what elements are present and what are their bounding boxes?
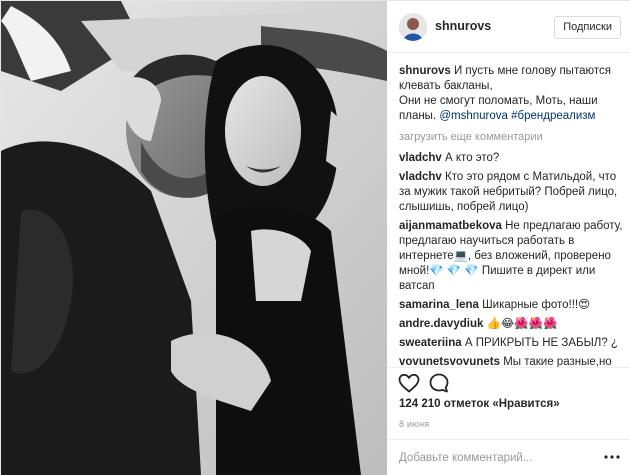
comment-text: Шикарные фото!!!😍	[482, 299, 591, 311]
caption: shnurovs И пусть мне голову пытаются кле…	[399, 64, 623, 124]
likes-count[interactable]: 124 210 отметок «Нравится»	[399, 398, 560, 410]
post-date[interactable]: 8 июня	[399, 419, 429, 429]
list-item: aijanmamatbekova Не предлагаю работу, пр…	[399, 219, 623, 294]
load-more-comments-link[interactable]: загрузить еще комментарии	[399, 130, 623, 145]
list-item: vladchv А кто это?	[399, 151, 623, 166]
following-button[interactable]: Подписки	[554, 16, 621, 39]
list-item: samarina_lena Шикарные фото!!!😍	[399, 298, 623, 313]
post-photo-image	[1, 1, 387, 475]
author-username[interactable]: shnurovs	[435, 19, 491, 33]
comment-username[interactable]: samarina_lena	[399, 299, 479, 311]
post-photo[interactable]	[1, 1, 387, 475]
list-item: andre.davydiuk 👍😂🌺🌺🌺	[399, 317, 623, 332]
heart-icon[interactable]	[397, 371, 421, 395]
comment-bubble-icon[interactable]	[427, 371, 451, 395]
add-comment-bar	[387, 439, 630, 475]
more-options-icon[interactable]	[603, 450, 621, 464]
post-header: shnurovs Подписки	[387, 1, 630, 53]
comment-text: 👍😂🌺🌺🌺	[486, 318, 558, 330]
comment-username[interactable]: andre.davydiuk	[399, 318, 483, 330]
comment-text: А кто это?	[445, 152, 500, 164]
comment-username[interactable]: sweateriina	[399, 337, 462, 349]
post-actions	[387, 367, 630, 397]
list-item: vladchv Кто это рядом с Матильдой, что з…	[399, 170, 623, 215]
caption-mention[interactable]: @mshnurova	[439, 110, 508, 122]
post-side-panel: shnurovs Подписки shnurovs И пусть мне г…	[387, 1, 630, 475]
caption-username[interactable]: shnurovs	[399, 65, 451, 77]
add-comment-input[interactable]	[399, 448, 595, 468]
author-avatar[interactable]	[399, 13, 427, 41]
comment-text: А ПРИКРЫТЬ НЕ ЗАБЫЛ? ¿	[464, 337, 618, 349]
list-item: sweateriina А ПРИКРЫТЬ НЕ ЗАБЫЛ? ¿	[399, 336, 623, 351]
comment-username[interactable]: vladchv	[399, 171, 442, 183]
instagram-post: shnurovs Подписки shnurovs И пусть мне г…	[0, 0, 630, 475]
comment-username[interactable]: aijanmamatbekova	[399, 220, 502, 232]
caption-hashtag[interactable]: #брендреализм	[511, 110, 595, 122]
avatar-image	[399, 13, 427, 41]
comment-username[interactable]: vladchv	[399, 152, 442, 164]
comments-list[interactable]: shnurovs И пусть мне голову пытаются кле…	[399, 64, 623, 368]
